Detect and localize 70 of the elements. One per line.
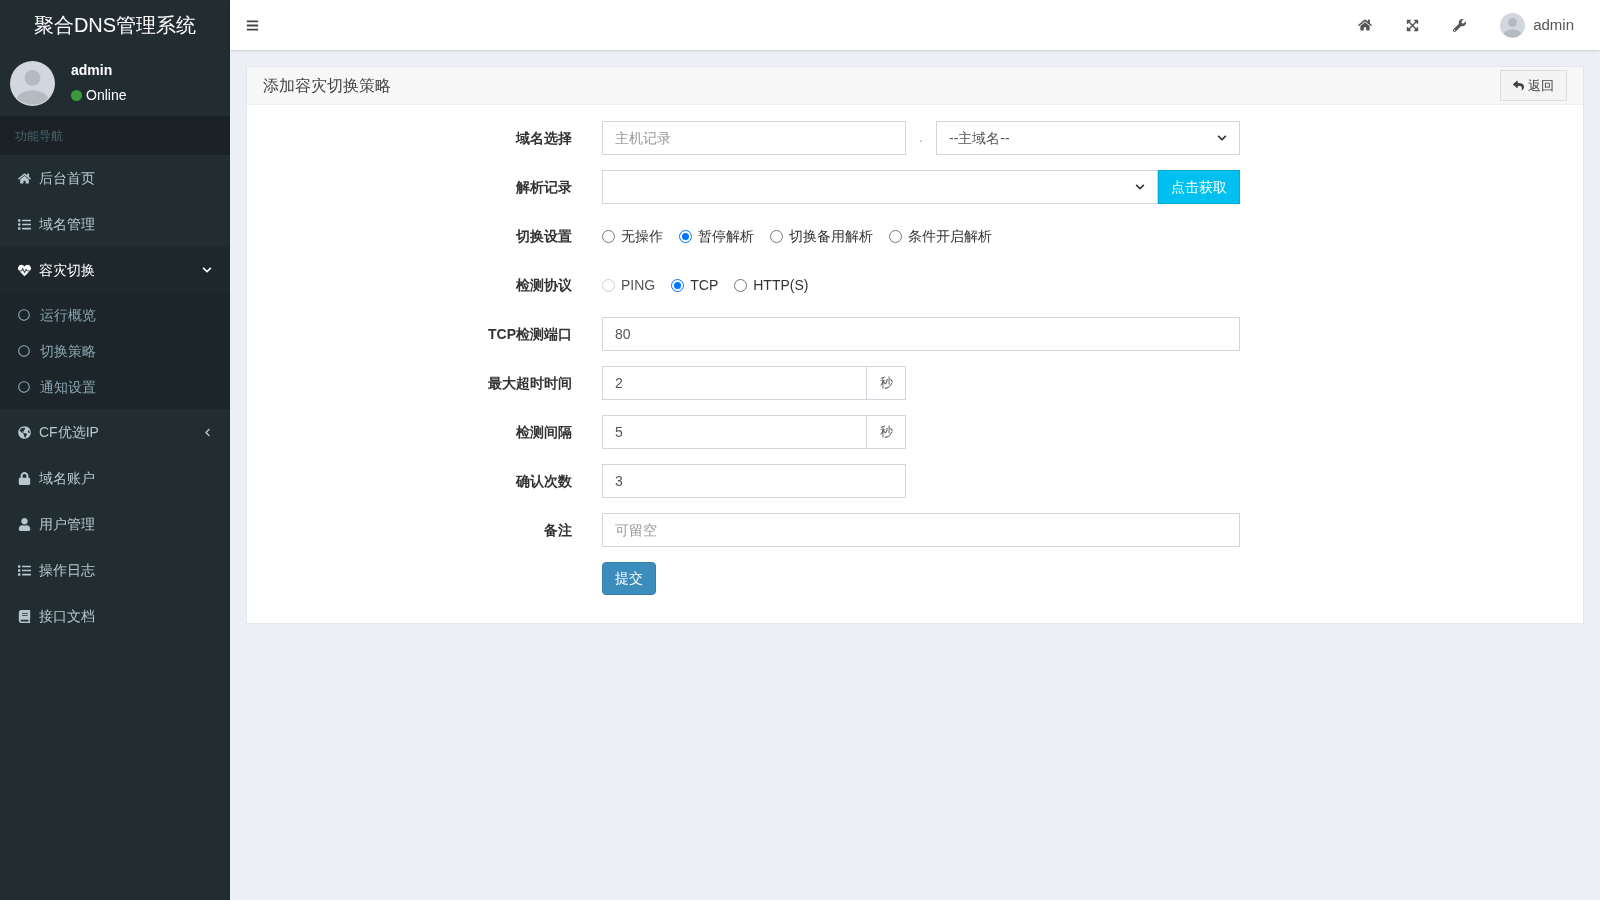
nav-item[interactable]: 用户管理 (0, 501, 230, 547)
radio-label: 无操作 (621, 226, 663, 246)
subnav-item[interactable]: 切换策略 (0, 333, 230, 369)
nav-item[interactable]: 域名管理 (0, 201, 230, 247)
radio-label: 切换备用解析 (789, 226, 873, 246)
field-label: TCP检测端口 (487, 324, 572, 344)
radio-button[interactable] (671, 278, 685, 292)
globe-icon (18, 425, 31, 439)
radio-label: PING (621, 275, 656, 295)
wrench-icon[interactable] (1453, 18, 1467, 32)
section-header: 功能导航 (15, 127, 63, 145)
heartbeat-icon (18, 263, 31, 277)
domain-select[interactable]: --主域名-- (936, 121, 1240, 155)
dot-separator: . (918, 130, 924, 147)
radio-label: 条件开启解析 (908, 226, 992, 246)
field-label: 切换设置 (515, 226, 572, 246)
home-icon[interactable] (1358, 18, 1373, 32)
subnav-item[interactable]: 通知设置 (0, 369, 230, 405)
user-icon (18, 517, 31, 531)
text-field[interactable]: 80 (602, 317, 1240, 351)
home-icon (18, 171, 31, 185)
user-name: admin (71, 61, 114, 80)
nav-item[interactable]: 接口文档 (0, 593, 230, 639)
field-label: 域名选择 (514, 128, 572, 148)
radio-button[interactable] (602, 229, 615, 243)
nav-item[interactable]: 操作日志 (0, 547, 230, 593)
radio-button[interactable] (734, 278, 748, 292)
lock-icon (18, 471, 31, 485)
caret-icon (1135, 182, 1145, 192)
field-label: 确认次数 (514, 471, 572, 491)
radio-button[interactable] (679, 229, 692, 243)
chevron-down-icon (202, 265, 212, 275)
field-label: 检测协议 (515, 275, 572, 295)
host-record-field[interactable]: 主机记录 (602, 121, 906, 155)
app-title: 聚合DNS管理系统 (33, 13, 197, 38)
field-label: 检测间隔 (515, 422, 572, 442)
nav-item[interactable]: 后台首页 (0, 155, 230, 201)
field-label: 解析记录 (515, 177, 572, 197)
subnav-item[interactable]: 运行概览 (0, 297, 230, 333)
text-field[interactable]: 3 (602, 464, 906, 498)
field-label: 备注 (543, 520, 572, 540)
nav-item[interactable]: 容灾切换 (0, 247, 230, 293)
book-icon (18, 609, 31, 623)
radio-button[interactable] (770, 229, 783, 243)
user-avatar (10, 60, 55, 106)
text-field[interactable]: 2 (602, 366, 867, 400)
card-title: 添加容灾切换策略 (263, 75, 391, 96)
field-label: 最大超时时间 (487, 373, 572, 393)
list-icon (18, 563, 31, 577)
menu-icon[interactable] (246, 18, 259, 32)
radio-label: HTTP(S) (753, 275, 809, 295)
text-field[interactable]: 5 (602, 415, 867, 449)
back-button[interactable]: 返回 (1500, 70, 1567, 101)
list-icon (18, 217, 31, 231)
radio-button[interactable] (889, 229, 902, 243)
radio-label: 暂停解析 (698, 226, 754, 246)
nav-item[interactable]: 域名账户 (0, 455, 230, 501)
user-name[interactable]: admin (1533, 13, 1574, 37)
nav-item[interactable]: CF优选IP (0, 409, 230, 455)
user-avatar (1500, 12, 1526, 38)
user-status: Online (86, 86, 127, 105)
text-field[interactable]: 可留空 (602, 513, 1240, 547)
unit-addon: 秒 (867, 415, 906, 449)
chevron-left-icon (203, 427, 212, 437)
caret-icon (1217, 133, 1227, 143)
unit-addon: 秒 (867, 366, 906, 400)
reply-arrow-icon (1513, 80, 1524, 91)
fullscreen-icon[interactable] (1406, 18, 1420, 32)
radio-label: TCP (690, 275, 719, 295)
submit-button[interactable]: 提交 (602, 562, 656, 595)
